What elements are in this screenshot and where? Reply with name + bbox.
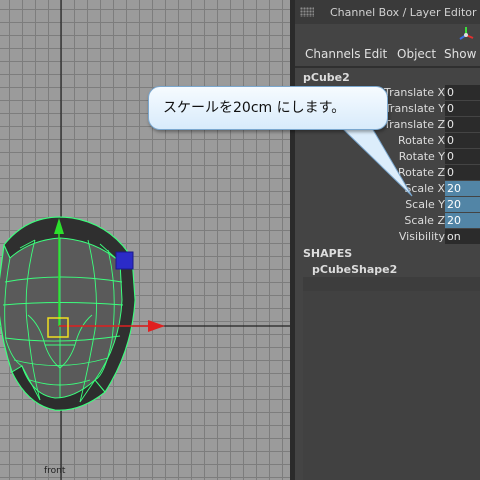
channel-box-panel: Channel Box / Layer Editor Channels Edit…	[295, 0, 480, 480]
attr-value-field[interactable]: 0	[445, 133, 480, 148]
attr-label[interactable]: Translate X	[384, 86, 445, 99]
attr-row-rotate-x[interactable]: Rotate X 0	[295, 133, 480, 149]
attr-value-field[interactable]: on	[445, 229, 480, 244]
attr-value-field[interactable]: 20	[445, 197, 480, 212]
attr-label[interactable]: Rotate Z	[398, 166, 445, 179]
x-axis-arrow[interactable]	[148, 320, 165, 332]
attr-row-visibility[interactable]: Visibility on	[295, 229, 480, 245]
menu-divider	[295, 66, 480, 68]
attr-value-field[interactable]: 0	[445, 101, 480, 116]
attr-value-field[interactable]: 0	[445, 85, 480, 100]
attr-row-scale-z[interactable]: Scale Z 20	[295, 213, 480, 229]
channel-box-menubar: Channels Edit Object Show	[295, 42, 480, 66]
menu-edit[interactable]: Edit	[364, 47, 387, 61]
attr-label[interactable]: Scale Y	[405, 198, 445, 211]
attr-value-field[interactable]: 20	[445, 213, 480, 228]
camera-label: front	[44, 466, 66, 476]
menu-channels[interactable]: Channels	[305, 47, 361, 61]
attr-value-field[interactable]: 20	[445, 181, 480, 196]
attr-label[interactable]: Rotate Y	[399, 150, 445, 163]
head-mesh[interactable]	[0, 216, 136, 411]
drag-handle-icon[interactable]	[300, 7, 314, 17]
selected-face[interactable]	[115, 251, 134, 270]
panel-titlebar: Channel Box / Layer Editor	[295, 0, 480, 24]
attr-label[interactable]: Rotate X	[398, 134, 445, 147]
annotation-callout: スケールを20cm にします。	[148, 86, 388, 130]
attr-label[interactable]: Scale Z	[404, 214, 445, 227]
attr-value-field[interactable]: 0	[445, 165, 480, 180]
attr-row-rotate-y[interactable]: Rotate Y 0	[295, 149, 480, 165]
object-name[interactable]: pCube2	[303, 71, 350, 84]
shape-node-name[interactable]: pCubeShape2	[312, 263, 397, 276]
attr-label[interactable]: Translate Z	[384, 118, 445, 131]
attr-label[interactable]: Scale X	[404, 182, 445, 195]
attr-row-rotate-z[interactable]: Rotate Z 0	[295, 165, 480, 181]
panel-toolbar	[295, 24, 480, 42]
attr-row-scale-x[interactable]: Scale X 20	[295, 181, 480, 197]
panel-title: Channel Box / Layer Editor	[330, 6, 477, 19]
attr-value-field[interactable]: 0	[445, 149, 480, 164]
attr-row-scale-y[interactable]: Scale Y 20	[295, 197, 480, 213]
shapes-header: SHAPES	[303, 247, 353, 260]
attr-label[interactable]: Translate Y	[385, 102, 445, 115]
menu-object[interactable]: Object	[397, 47, 436, 61]
viewport-canvas	[0, 0, 290, 480]
menu-show[interactable]: Show	[444, 47, 476, 61]
axis-gizmo-icon[interactable]	[458, 25, 476, 41]
channel-box-empty-area	[303, 291, 480, 480]
attr-value-field[interactable]: 0	[445, 117, 480, 132]
shape-row-divider	[303, 277, 480, 291]
viewport-front[interactable]: front	[0, 0, 290, 480]
attr-label[interactable]: Visibility	[399, 230, 445, 243]
